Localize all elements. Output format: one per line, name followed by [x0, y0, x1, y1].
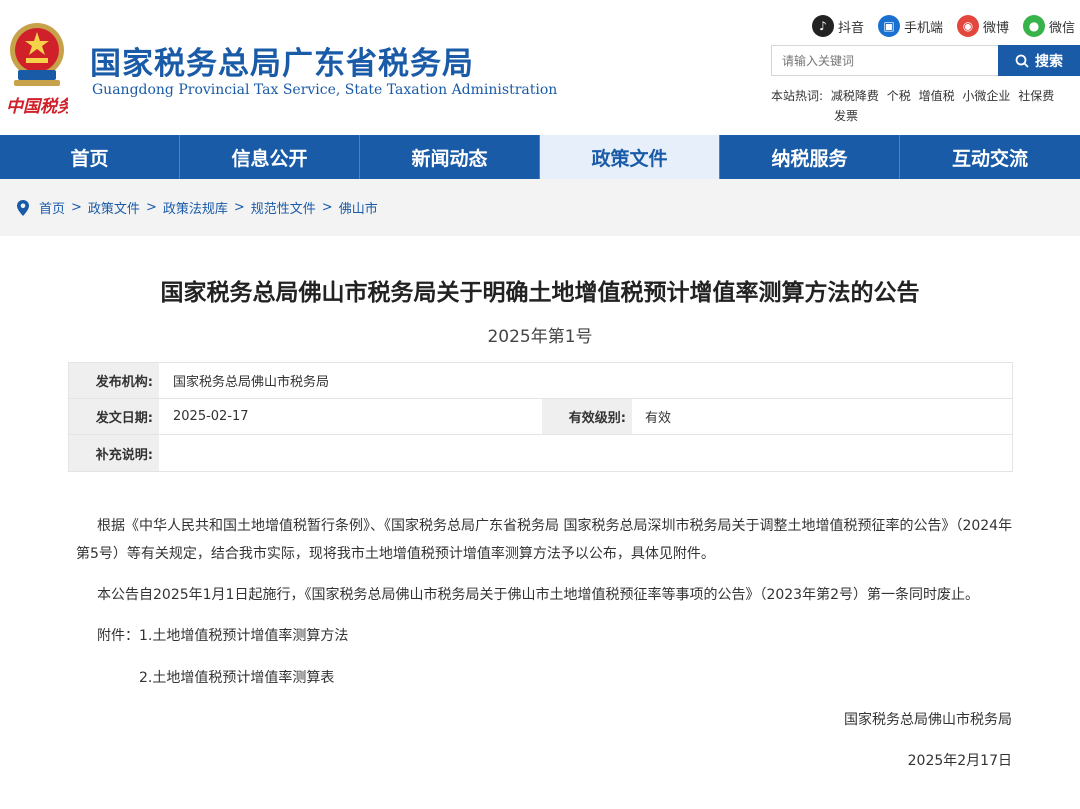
document-metadata-table: 发布机构: 国家税务总局佛山市税务局 发文日期: 2025-02-17 有效级别…: [68, 362, 1013, 472]
hot-keyword[interactable]: 小微企业: [962, 89, 1010, 103]
search-button[interactable]: 搜索: [998, 45, 1080, 76]
article-title: 国家税务总局佛山市税务局关于明确土地增值税预计增值率测算方法的公告: [160, 280, 920, 306]
breadcrumb-link[interactable]: 首页: [39, 198, 65, 217]
hot-keyword[interactable]: 减税降费: [831, 89, 879, 103]
social-wechat[interactable]: ● 微信: [1023, 15, 1075, 37]
attachment-item[interactable]: 附件：1.土地增值税预计增值率测算方法: [97, 622, 497, 650]
social-weibo[interactable]: ◉ 微博: [957, 15, 1009, 37]
social-mobile[interactable]: ▣ 手机端: [878, 15, 943, 37]
china-tax-logo-icon: 中国税务: [6, 97, 68, 117]
social-label: 微博: [983, 20, 1010, 36]
metadata-row: 发布机构: 国家税务总局佛山市税务局: [69, 363, 1012, 399]
hot-keywords: 本站热词: 减税降费 个税 增值税 小微企业 社保费: [771, 87, 1054, 104]
hot-keyword[interactable]: 社保费: [1018, 89, 1054, 103]
location-pin-icon: [17, 199, 29, 216]
publisher-label: 发布机构:: [69, 363, 159, 398]
publisher-value: 国家税务总局佛山市税务局: [173, 375, 330, 390]
nav-item-home[interactable]: 首页: [0, 135, 180, 179]
validity-level-value: 有效: [645, 411, 672, 426]
site-subtitle: Guangdong Provincial Tax Service, State …: [92, 82, 558, 98]
article-paragraph: 本公告自2025年1月1日起施行，《国家税务总局佛山市税务局关于佛山市土地增值税…: [97, 587, 979, 603]
search-button-label: 搜索: [1035, 53, 1063, 70]
nav-item-news[interactable]: 新闻动态: [360, 135, 540, 179]
site-header: 中国税务 国家税务总局广东省税务局 Guangdong Provincial T…: [0, 0, 1080, 135]
douyin-icon: ♪: [812, 15, 834, 37]
attachment-item[interactable]: 2.土地增值税预计增值率测算表: [139, 664, 539, 692]
breadcrumb-separator: >: [233, 200, 245, 215]
mobile-icon: ▣: [878, 15, 901, 37]
hot-keywords-label: 本站热词:: [771, 89, 824, 103]
svg-text:中国税务: 中国税务: [6, 97, 68, 117]
social-links: ♪ 抖音 ▣ 手机端 ◉ 微博 ● 微信: [812, 14, 1080, 38]
wechat-icon: ●: [1023, 15, 1046, 37]
metadata-row: 补充说明:: [69, 435, 1012, 471]
breadcrumb-link[interactable]: 政策文件: [88, 198, 140, 217]
metadata-row: 发文日期: 2025-02-17 有效级别: 有效: [69, 399, 1012, 435]
validity-level-label: 有效级别:: [542, 399, 632, 434]
site-title[interactable]: 国家税务总局广东省税务局: [90, 38, 474, 83]
breadcrumb-link[interactable]: 佛山市: [339, 198, 378, 217]
breadcrumb-link[interactable]: 政策法规库: [163, 198, 228, 217]
signature-organization: 国家税务总局佛山市税务局: [844, 712, 1012, 728]
signature-date: 2025年2月17日: [907, 753, 1012, 769]
social-label: 手机端: [904, 20, 944, 36]
search-input[interactable]: [771, 45, 999, 76]
note-label: 补充说明:: [69, 435, 159, 471]
document-number: 2025年第1号: [487, 327, 593, 347]
date-label: 发文日期:: [69, 399, 159, 434]
tax-emblem-icon[interactable]: [4, 20, 70, 90]
breadcrumb-separator: >: [145, 200, 157, 215]
breadcrumb-separator: >: [321, 200, 333, 215]
search-icon: [1015, 54, 1029, 68]
date-value: 2025-02-17: [173, 409, 249, 424]
nav-item-policy-documents[interactable]: 政策文件: [540, 135, 720, 179]
main-nav: 首页 信息公开 新闻动态 政策文件 纳税服务 互动交流: [0, 135, 1080, 179]
nav-item-interaction[interactable]: 互动交流: [900, 135, 1080, 179]
weibo-icon: ◉: [957, 15, 980, 37]
breadcrumb: 首页 > 政策文件 > 政策法规库 > 规范性文件 > 佛山市: [0, 179, 1080, 236]
hot-keyword[interactable]: 个税: [887, 89, 911, 103]
article-paragraph: 根据《中华人民共和国土地增值税暂行条例》、《国家税务总局广东省税务局 国家税务总…: [76, 518, 1013, 562]
social-douyin[interactable]: ♪ 抖音: [812, 15, 864, 37]
breadcrumb-link[interactable]: 规范性文件: [251, 198, 316, 217]
nav-item-info-disclosure[interactable]: 信息公开: [180, 135, 360, 179]
social-label: 抖音: [838, 20, 865, 36]
hot-keyword[interactable]: 发票: [834, 107, 858, 124]
breadcrumb-separator: >: [71, 200, 82, 215]
hot-keyword[interactable]: 增值税: [919, 89, 955, 103]
social-label: 微信: [1049, 20, 1076, 36]
nav-item-tax-services[interactable]: 纳税服务: [720, 135, 900, 179]
